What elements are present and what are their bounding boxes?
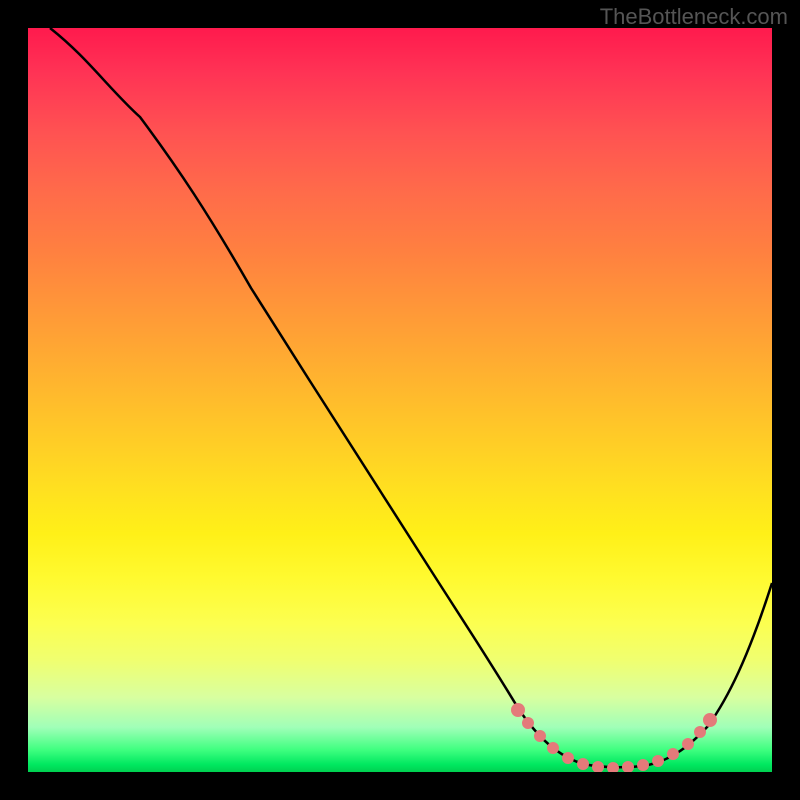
dot [682,738,694,750]
chart-svg [28,28,772,772]
dot [667,748,679,760]
dot [703,713,717,727]
dot [694,726,706,738]
dot [652,755,664,767]
dot [577,758,589,770]
plot-area [28,28,772,772]
watermark-text: TheBottleneck.com [600,4,788,30]
dot [562,752,574,764]
dot [637,759,649,771]
highlight-dots-group [511,703,717,772]
chart-container: TheBottleneck.com [0,0,800,800]
dot [511,703,525,717]
dot [592,761,604,772]
dot [547,742,559,754]
dot [534,730,546,742]
dot [522,717,534,729]
main-curve [50,28,772,767]
dot [607,762,619,772]
dot [622,761,634,772]
